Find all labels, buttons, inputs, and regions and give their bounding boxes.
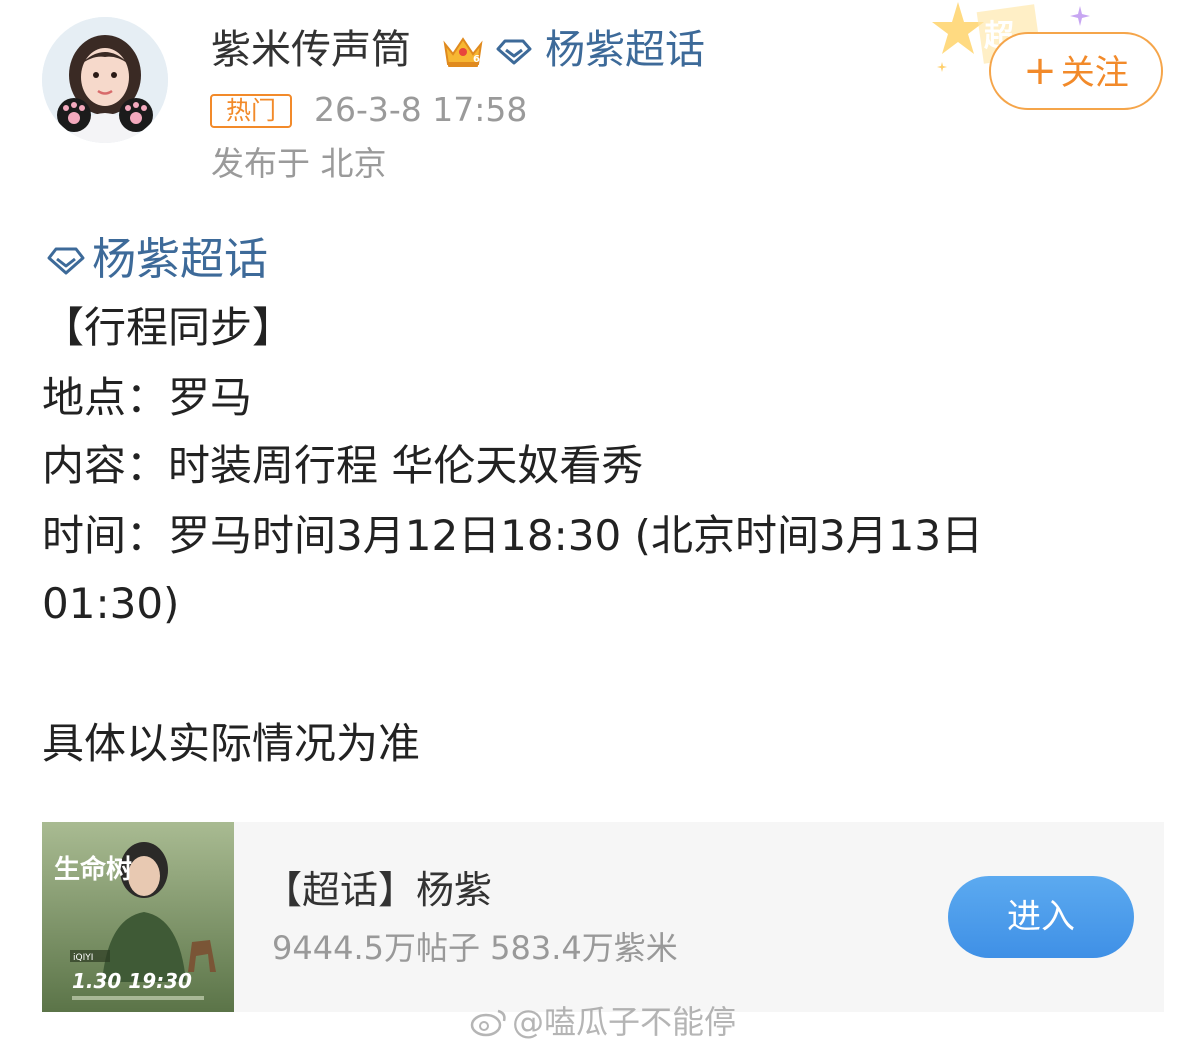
hot-badge: 热门 bbox=[210, 94, 292, 128]
crown-digit: 6 bbox=[473, 54, 480, 65]
post-line-time: 时间：罗马时间3月12日18:30 (北京时间3月13日 bbox=[42, 511, 984, 560]
super-topic-stats: 9444.5万帖子 583.4万紫米 bbox=[272, 929, 678, 967]
post-line-content: 内容：时装周行程 华伦天奴看秀 bbox=[42, 441, 644, 490]
post-line-heading: 【行程同步】 bbox=[42, 303, 295, 352]
poster-air-time: 1.30 19:30 bbox=[72, 969, 192, 993]
super-topic-poster: 生命树 iQIYI 1.30 19:30 bbox=[42, 822, 234, 1012]
post-location: 发布于 北京 bbox=[211, 144, 387, 183]
post-topic-link[interactable]: 杨紫超话 bbox=[92, 230, 268, 290]
avatar-image bbox=[42, 17, 168, 143]
poster-platform: iQIYI bbox=[73, 953, 93, 963]
username[interactable]: 紫米传声筒 bbox=[211, 24, 411, 76]
weibo-logo-icon bbox=[470, 1004, 508, 1037]
post-line-note: 具体以实际情况为准 bbox=[42, 719, 421, 768]
follow-label: 关注 bbox=[1060, 53, 1129, 93]
watermark: @嗑瓜子不能停 bbox=[470, 1000, 736, 1044]
post-line-location: 地点：罗马 bbox=[42, 373, 253, 422]
diamond-topic-icon bbox=[46, 246, 86, 276]
enter-button[interactable]: 进入 bbox=[948, 876, 1134, 958]
watermark-text: @嗑瓜子不能停 bbox=[512, 1003, 737, 1041]
poster-title-char-1: 生命树 bbox=[54, 854, 132, 885]
super-topic-title: 【超话】杨紫 bbox=[264, 868, 493, 912]
topic-link[interactable]: 杨紫超话 bbox=[545, 24, 705, 76]
diamond-topic-icon bbox=[496, 38, 532, 66]
avatar[interactable] bbox=[42, 17, 168, 143]
crown-icon: 6 bbox=[442, 34, 484, 70]
follow-plus-icon: + bbox=[1023, 48, 1057, 94]
super-topic-card[interactable]: 生命树 iQIYI 1.30 19:30 【超话】杨紫 9444.5万帖子 58… bbox=[42, 822, 1164, 1012]
post-timestamp: 26-3-8 17:58 bbox=[314, 90, 528, 129]
post-line-time-cont: 01:30) bbox=[42, 579, 180, 628]
follow-button[interactable]: + 关注 bbox=[989, 32, 1163, 110]
